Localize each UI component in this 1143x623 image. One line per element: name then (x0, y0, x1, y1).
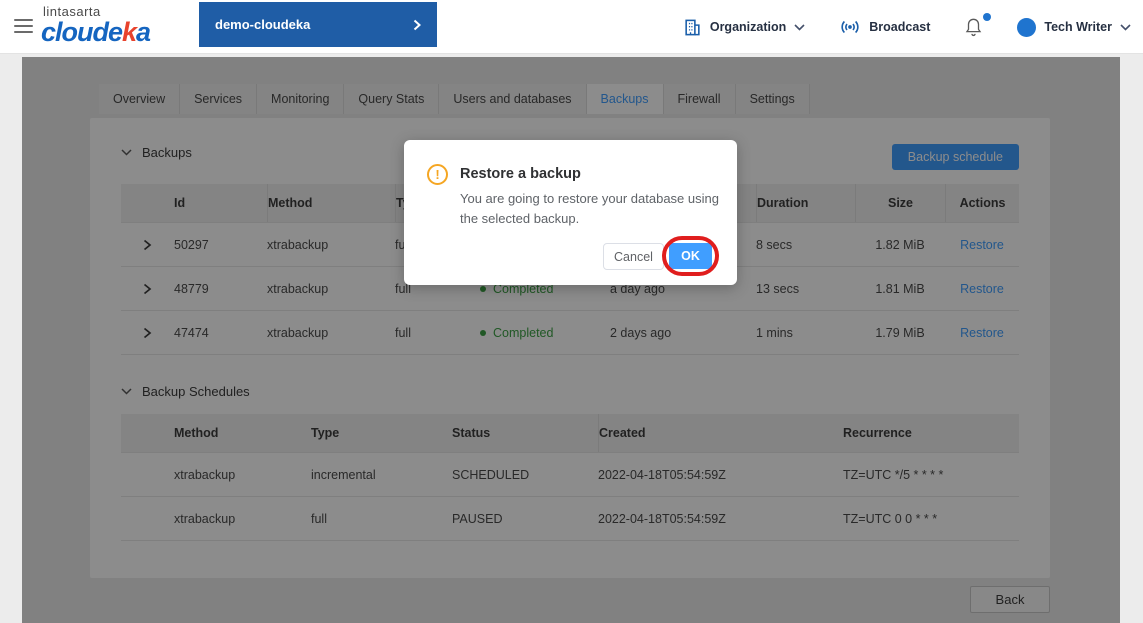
ok-button[interactable]: OK (669, 243, 712, 269)
user-name: Tech Writer (1044, 20, 1112, 34)
top-navbar: lintasarta cloudeka demo-cloudeka Organi… (0, 0, 1143, 54)
organization-label: Organization (710, 20, 786, 34)
chevron-down-icon (1120, 24, 1131, 31)
organization-menu[interactable]: Organization (683, 18, 805, 37)
broadcast-menu[interactable]: Broadcast (839, 18, 930, 36)
project-name: demo-cloudeka (215, 17, 310, 32)
avatar (1017, 18, 1036, 37)
dialog-message: You are going to restore your database u… (460, 189, 740, 229)
navbar-right-cluster: Organization Broadcast (683, 0, 1131, 54)
organization-icon (683, 18, 702, 37)
broadcast-icon (839, 18, 861, 36)
notification-badge (983, 13, 991, 21)
warning-icon (427, 164, 448, 185)
chevron-right-icon (413, 19, 421, 31)
notifications-button[interactable] (964, 17, 983, 37)
user-menu[interactable]: Tech Writer (1017, 18, 1131, 37)
bell-icon (964, 17, 983, 37)
broadcast-label: Broadcast (869, 20, 930, 34)
project-selector[interactable]: demo-cloudeka (199, 2, 437, 47)
menu-icon[interactable] (14, 19, 33, 33)
brand-logo[interactable]: lintasarta cloudeka (41, 5, 150, 46)
dialog-title: Restore a backup (460, 166, 581, 182)
chevron-down-icon (794, 24, 805, 31)
brand-cloudeka: cloudeka (41, 19, 150, 46)
cancel-button[interactable]: Cancel (603, 243, 664, 270)
